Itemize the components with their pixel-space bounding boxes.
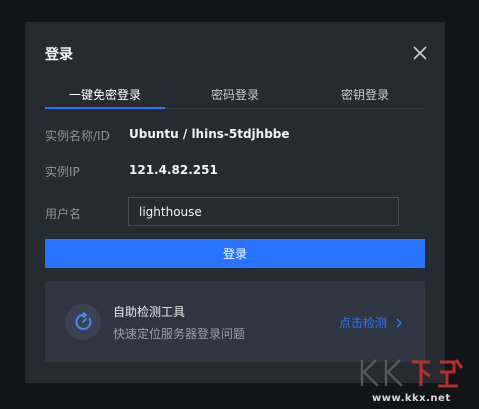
- start-check-label: 点击检测: [339, 316, 388, 330]
- self-check-tool-card: 自助检测工具 快速定位服务器登录问题 点击检测: [45, 281, 425, 362]
- username-input[interactable]: [128, 197, 399, 226]
- tool-title: 自助检测工具: [113, 305, 186, 319]
- start-check-link[interactable]: 点击检测: [339, 314, 403, 331]
- instance-ip-label: 实例IP: [45, 165, 80, 179]
- active-tab-indicator: [45, 107, 165, 109]
- tab-key-login[interactable]: 密钥登录: [341, 86, 389, 103]
- instance-ip-value: 121.4.82.251: [129, 163, 218, 177]
- instance-name-label: 实例名称/ID: [45, 129, 110, 143]
- login-button[interactable]: 登录: [45, 239, 425, 268]
- refresh-gauge-icon: [65, 304, 101, 340]
- tool-description: 快速定位服务器登录问题: [113, 327, 246, 341]
- username-label: 用户名: [45, 207, 82, 221]
- dialog-title: 登录: [45, 47, 73, 63]
- login-method-tabs: 一键免密登录 密码登录 密钥登录: [45, 82, 425, 109]
- tab-passwordless-login[interactable]: 一键免密登录: [69, 86, 141, 103]
- chevron-right-icon: [396, 318, 402, 328]
- watermark-url: www.kkx.net: [372, 393, 451, 404]
- tab-password-login[interactable]: 密码登录: [211, 86, 259, 103]
- close-icon[interactable]: [411, 44, 429, 62]
- login-dialog: 登录 一键免密登录 密码登录 密钥登录 实例名称/ID Ubuntu / lhi…: [25, 22, 445, 383]
- instance-name-value: Ubuntu / lhins-5tdjhbbe: [129, 127, 290, 141]
